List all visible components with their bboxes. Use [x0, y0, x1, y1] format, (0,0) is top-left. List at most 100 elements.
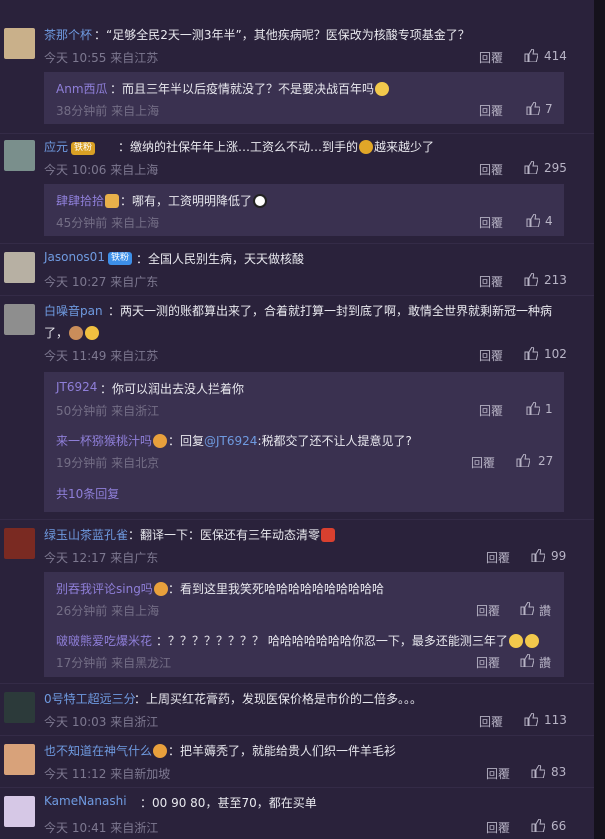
- like-icon[interactable]: [531, 549, 545, 562]
- reply-button[interactable]: 回覆: [471, 454, 495, 471]
- comment-meta: 今天 10:03 来自浙江: [44, 715, 159, 729]
- like-count: 295: [544, 161, 567, 175]
- comment-item: KameNanashi ：00 90 80，甚至70，都在买单 今天 10:41…: [0, 788, 594, 839]
- sub-reply-username[interactable]: 别吞我评论sing吗: [56, 580, 169, 597]
- comment-username[interactable]: 0号特工超远三分: [44, 690, 136, 707]
- like-icon[interactable]: [520, 654, 534, 667]
- laughing-emoji-icon: [375, 82, 390, 96]
- like-count: 讚: [539, 604, 552, 618]
- like-icon[interactable]: [526, 214, 540, 227]
- reply-button[interactable]: 回覆: [479, 102, 503, 119]
- like-icon[interactable]: [526, 102, 540, 115]
- reply-button[interactable]: 回覆: [486, 549, 510, 566]
- more-replies-link[interactable]: 共10条回复: [56, 485, 119, 502]
- like-icon[interactable]: [524, 49, 538, 62]
- comment-meta: 今天 10:27 来自广东: [44, 275, 159, 289]
- comment-username[interactable]: 白噪音pan: [44, 302, 103, 319]
- avatar[interactable]: [4, 304, 35, 335]
- avatar[interactable]: [4, 528, 35, 559]
- comment-username[interactable]: KameNanashi: [44, 794, 127, 808]
- like-count: 102: [544, 347, 567, 361]
- reply-button[interactable]: 回覆: [479, 347, 503, 364]
- avatar[interactable]: [4, 140, 35, 171]
- reply-box: 肆肆拾拾 ：哪有，工资明明降低了 45分钟前 来自上海 回覆 4: [44, 184, 564, 236]
- reply-button[interactable]: 回覆: [486, 819, 510, 836]
- comment-username[interactable]: 也不知道在神气什么: [44, 742, 168, 759]
- sub-reply-meta: 17分钟前 来自黑龙江: [56, 656, 172, 670]
- reply-button[interactable]: 回覆: [476, 602, 500, 619]
- comment-username[interactable]: 绿玉山茶蓝孔雀: [44, 526, 128, 543]
- comment-text: ：全国人民别生病，天天做核酸: [136, 252, 305, 266]
- sub-reply-text: ：而且三年半以后疫情就没了？不是要决战百年吗: [110, 80, 390, 97]
- like-icon[interactable]: [531, 765, 545, 778]
- reply-button[interactable]: 回覆: [479, 273, 503, 290]
- comment-username[interactable]: 应元 铁粉: [44, 138, 98, 155]
- reply-button[interactable]: 回覆: [479, 402, 503, 419]
- comment-text: ：缴纳的社保年年上涨…工资么不动…到手的 越来越少了: [118, 140, 435, 154]
- reply-button[interactable]: 回覆: [479, 214, 503, 231]
- reply-button[interactable]: 回覆: [486, 765, 510, 782]
- reply-button[interactable]: 回覆: [479, 713, 503, 730]
- like-icon[interactable]: [524, 273, 538, 286]
- like-icon[interactable]: [526, 402, 540, 415]
- reply-button[interactable]: 回覆: [476, 654, 500, 671]
- sub-reply-meta: 38分钟前 来自上海: [56, 104, 160, 118]
- sub-reply-meta: 26分钟前 来自上海: [56, 604, 160, 618]
- panda-emoji-icon: [253, 194, 268, 208]
- reply-box: Anm西瓜 ：而且三年半以后疫情就没了？不是要决战百年吗 38分钟前 来自上海 …: [44, 72, 564, 124]
- previous-comment-tail: [0, 0, 594, 10]
- like-count: 213: [544, 273, 567, 287]
- like-icon[interactable]: [516, 454, 530, 467]
- avatar[interactable]: [4, 28, 35, 59]
- like-icon[interactable]: [524, 161, 538, 174]
- comment-meta: 今天 10:55 来自江苏: [44, 51, 159, 65]
- like-count: 讚: [539, 656, 552, 670]
- badge-emoji-icon: [105, 194, 120, 208]
- comment-text-line2: 了，: [44, 324, 584, 341]
- like-icon[interactable]: [524, 713, 538, 726]
- comment-item: 0号特工超远三分 ：上周买红花膏药，发现医保价格是市价的二倍多。。。 今天 10…: [0, 684, 594, 734]
- like-icon[interactable]: [524, 347, 538, 360]
- avatar[interactable]: [4, 744, 35, 775]
- avatar[interactable]: [4, 796, 35, 827]
- comment-item: 应元 铁粉 ：缴纳的社保年年上涨…工资么不动…到手的 越来越少了 今天 10:06 …: [0, 134, 594, 242]
- comment-meta: 今天 10:06 来自上海: [44, 163, 159, 177]
- laugh-cry-emoji-icon: [524, 634, 539, 648]
- like-icon[interactable]: [520, 602, 534, 615]
- comment-text: ：翻译一下：医保还有三年动态清零: [128, 526, 588, 543]
- like-count: 113: [544, 713, 567, 727]
- like-count: 1: [545, 402, 553, 416]
- sub-reply-username[interactable]: 啵啵熊爱吃爆米花: [56, 632, 152, 649]
- comment-meta: 今天 10:41 来自浙江: [44, 821, 159, 835]
- avatar[interactable]: [4, 692, 35, 723]
- cow-emoji-icon: [69, 326, 84, 340]
- money-bag-emoji-icon: [359, 140, 374, 154]
- comment-text: ：两天一测的账都算出来了，合着就打算一封到底了啊，敢情全世界就剩新冠一种病: [108, 304, 553, 318]
- like-count: 66: [551, 819, 567, 833]
- sub-reply-text: ：看到这里我笑死哈哈哈哈哈哈哈哈哈哈: [168, 582, 385, 596]
- reply-button[interactable]: 回覆: [479, 49, 503, 66]
- fan-badge: 铁粉: [107, 252, 132, 265]
- like-icon[interactable]: [531, 819, 545, 832]
- comment-item: 茶那个杯 ：“足够全民2天一测3年半”，其他疾病呢？医保改为核酸专项基金了？ 今…: [0, 20, 594, 128]
- mention-link[interactable]: @JT6924: [204, 434, 257, 448]
- comment-username[interactable]: 茶那个杯: [44, 26, 92, 43]
- comment-text: ：“足够全民2天一测3年半”，其他疾病呢？医保改为核酸专项基金了？: [94, 28, 470, 42]
- sub-reply-meta: 50分钟前 来自浙江: [56, 404, 160, 418]
- sub-reply-username[interactable]: 肆肆拾拾: [56, 192, 120, 209]
- avatar[interactable]: [4, 252, 35, 283]
- comment-item: 白噪音pan ：两天一测的账都算出来了，合着就打算一封到底了啊，敢情全世界就剩新…: [0, 296, 594, 514]
- sub-reply-text: ：你可以润出去没人拦着你: [100, 382, 245, 396]
- reply-box: 别吞我评论sing吗 ：看到这里我笑死哈哈哈哈哈哈哈哈哈哈 26分钟前 来自上海…: [44, 572, 564, 677]
- comment-meta: 今天 11:49 来自江苏: [44, 349, 159, 363]
- sub-reply-text: ：？？？？？？？？ 哈哈哈哈哈哈哈你忍一下，最多还能测三年了: [156, 632, 540, 649]
- sub-reply-text: ：回复@JT6924:税都交了还不让人提意见了?: [168, 434, 412, 448]
- reply-button[interactable]: 回覆: [479, 161, 503, 178]
- heart-crown-emoji-icon: [153, 582, 168, 596]
- sub-reply-username[interactable]: JT6924: [56, 380, 97, 394]
- sub-reply-text: ：哪有，工资明明降低了: [120, 192, 268, 209]
- sub-reply-username[interactable]: 来一杯猕猴桃汁吗: [56, 432, 168, 449]
- comment-username[interactable]: Jasonos01 铁粉: [44, 250, 135, 265]
- comment-item: 绿玉山茶蓝孔雀 ：翻译一下：医保还有三年动态清零 今天 12:17 来自广东 回…: [0, 520, 594, 680]
- sub-reply-username[interactable]: Anm西瓜: [56, 80, 108, 97]
